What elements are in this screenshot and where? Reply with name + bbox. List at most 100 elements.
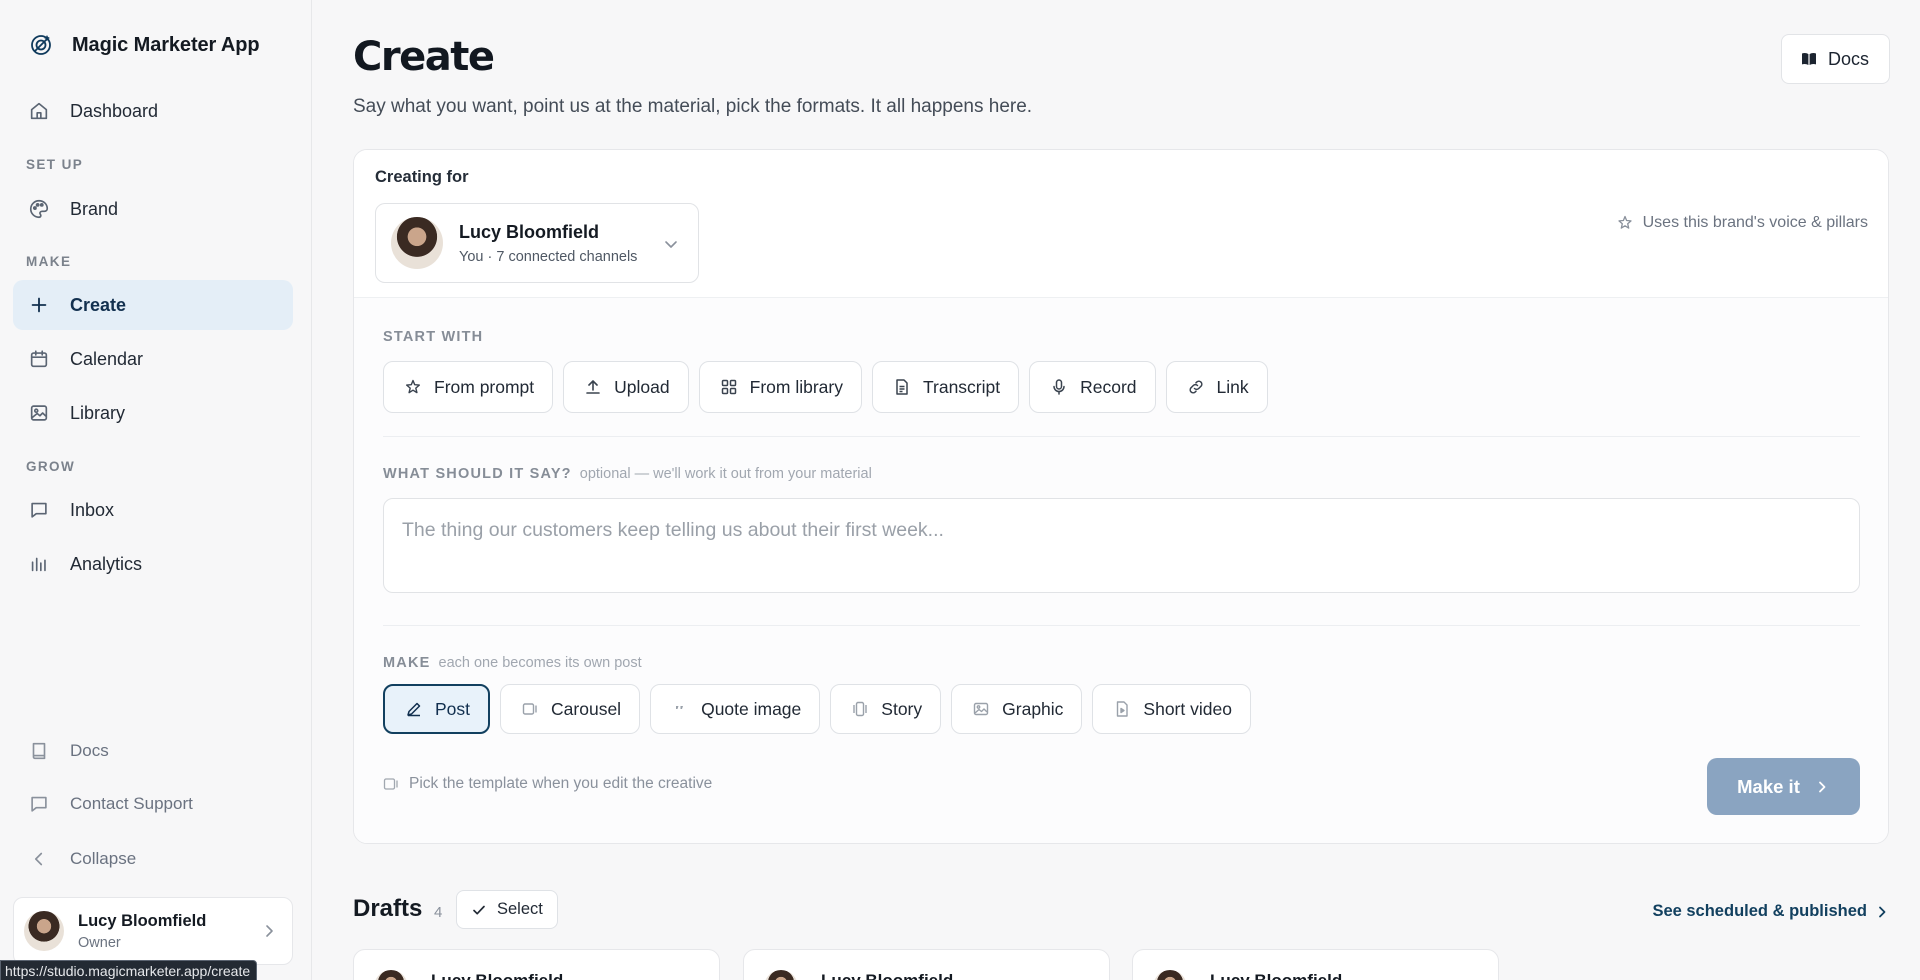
docs-button[interactable]: Docs <box>1780 34 1890 84</box>
sidebar-item-contact-support[interactable]: Contact Support <box>13 779 293 829</box>
template-note: Pick the template when you edit the crea… <box>383 775 712 793</box>
brand-voice-text: Uses this brand's voice & pillars <box>1642 214 1868 231</box>
chip-label: Short video <box>1143 698 1232 719</box>
divider <box>383 625 1860 626</box>
chip-label: Record <box>1080 376 1137 397</box>
prompt-hint: optional — we'll work it out from your m… <box>579 466 872 482</box>
drafts-count: 4 <box>434 904 443 921</box>
sidebar-item-label: Dashboard <box>70 100 159 121</box>
start-from-library-button[interactable]: From library <box>698 361 862 413</box>
draft-author: Lucy Bloomfield <box>1210 971 1342 980</box>
sidebar-item-label: Analytics <box>70 553 143 574</box>
chip-label: Graphic <box>1002 698 1064 719</box>
sidebar-item-create[interactable]: Create <box>13 280 293 330</box>
start-with-label: START WITH <box>383 329 484 345</box>
make-it-label: Make it <box>1737 775 1800 797</box>
story-icon <box>851 700 869 718</box>
book-open-icon <box>1800 50 1818 68</box>
chip-label: From library <box>749 376 843 397</box>
document-icon <box>893 378 911 396</box>
template-note-text: Pick the template when you edit the crea… <box>409 775 713 792</box>
sidebar-item-calendar[interactable]: Calendar <box>13 334 293 384</box>
start-transcript-button[interactable]: Transcript <box>871 361 1020 413</box>
sidebar-item-docs[interactable]: Docs <box>13 726 293 776</box>
chip-label: From prompt <box>434 376 535 397</box>
create-card: Creating for Lucy Bloomfield You · 7 con… <box>353 149 1889 844</box>
draft-card[interactable]: Lucy Bloomfield <box>353 949 720 980</box>
sidebar-item-brand[interactable]: Brand <box>13 184 293 234</box>
make-it-button[interactable]: Make it <box>1707 758 1860 815</box>
message-icon <box>28 499 50 521</box>
select-drafts-button[interactable]: Select <box>456 890 558 929</box>
book-icon <box>28 740 50 762</box>
format-quote-image-toggle[interactable]: Quote image <box>650 684 821 734</box>
user-menu[interactable]: Lucy Bloomfield Owner <box>13 897 293 965</box>
chat-icon <box>28 793 50 815</box>
avatar <box>1153 970 1187 980</box>
brand-name: Lucy Bloomfield <box>459 221 600 242</box>
sidebar-item-label: Brand <box>70 198 119 219</box>
start-link-button[interactable]: Link <box>1165 361 1268 413</box>
app-name: Magic Marketer App <box>72 33 260 56</box>
page-subtitle: Say what you want, point us at the mater… <box>353 96 1033 117</box>
status-bar-url: https://studio.magicmarketer.app/create <box>0 960 258 980</box>
prompt-input[interactable]: The thing our customers keep telling us … <box>383 498 1860 593</box>
brand-voice-note: Uses this brand's voice & pillars <box>1617 214 1868 232</box>
format-carousel-toggle[interactable]: Carousel <box>500 684 641 734</box>
brand-selector[interactable]: Lucy Bloomfield You · 7 connected channe… <box>375 203 699 283</box>
creating-for-section: Creating for Lucy Bloomfield You · 7 con… <box>354 150 1888 298</box>
draft-author: Lucy Bloomfield <box>821 971 953 980</box>
sidebar-item-label: Contact Support <box>70 794 193 813</box>
chip-label: Story <box>881 698 923 719</box>
draft-card[interactable]: Lucy Bloomfield <box>1132 949 1499 980</box>
sidebar-collapse-button[interactable]: Collapse <box>13 834 293 884</box>
brand-meta: You · 7 connected channels <box>459 248 638 265</box>
sidebar-item-library[interactable]: Library <box>13 388 293 438</box>
draft-card[interactable]: Lucy Bloomfield <box>743 949 1110 980</box>
image-icon <box>28 402 50 424</box>
user-role: Owner <box>78 934 121 951</box>
start-upload-button[interactable]: Upload <box>563 361 689 413</box>
chip-label: Upload <box>614 376 670 397</box>
sidebar-item-label: Library <box>70 402 126 423</box>
start-with-options: From prompt Upload From library Transcri… <box>383 361 1268 413</box>
sidebar-item-label: Create <box>70 294 127 315</box>
draft-author: Lucy Bloomfield <box>431 971 563 980</box>
chip-label: Quote image <box>701 698 802 719</box>
sidebar-item-analytics[interactable]: Analytics <box>13 539 293 589</box>
chip-label: Carousel <box>551 698 622 719</box>
link-icon <box>1187 378 1205 396</box>
sparkle-icon <box>1617 215 1633 231</box>
see-scheduled-link[interactable]: See scheduled & published <box>1652 902 1889 921</box>
chip-label: Link <box>1216 376 1249 397</box>
sidebar-item-inbox[interactable]: Inbox <box>13 485 293 535</box>
select-label: Select <box>497 900 543 918</box>
image-icon <box>972 700 990 718</box>
divider <box>383 436 1860 437</box>
prompt-label-text: WHAT SHOULD IT SAY? <box>383 466 572 482</box>
chevron-left-icon <box>28 848 50 870</box>
palette-icon <box>28 198 50 220</box>
template-icon <box>383 776 399 792</box>
main-content: Create Say what you want, point us at th… <box>313 0 1920 980</box>
grid-icon <box>720 378 738 396</box>
make-hint: each one becomes its own post <box>438 655 642 671</box>
chip-label: Post <box>435 698 471 719</box>
sidebar-item-label: Calendar <box>70 348 144 369</box>
start-from-prompt-button[interactable]: From prompt <box>383 361 554 413</box>
sidebar-item-dashboard[interactable]: Dashboard <box>13 86 293 136</box>
format-options: Post Carousel Quote image Story Graphic <box>383 684 1251 734</box>
section-label-make: MAKE <box>26 254 72 269</box>
app-brand[interactable]: Magic Marketer App <box>28 32 260 58</box>
sidebar-item-label: Collapse <box>70 849 137 868</box>
avatar <box>764 970 798 980</box>
format-post-toggle[interactable]: Post <box>383 684 491 734</box>
start-record-button[interactable]: Record <box>1029 361 1156 413</box>
video-file-icon <box>1113 700 1131 718</box>
format-graphic-toggle[interactable]: Graphic <box>951 684 1083 734</box>
section-label-set-up: SET UP <box>26 157 84 172</box>
format-story-toggle[interactable]: Story <box>830 684 942 734</box>
format-short-video-toggle[interactable]: Short video <box>1092 684 1251 734</box>
plus-icon <box>28 294 50 316</box>
sidebar: Magic Marketer App Dashboard SET UP Bran… <box>0 0 312 980</box>
